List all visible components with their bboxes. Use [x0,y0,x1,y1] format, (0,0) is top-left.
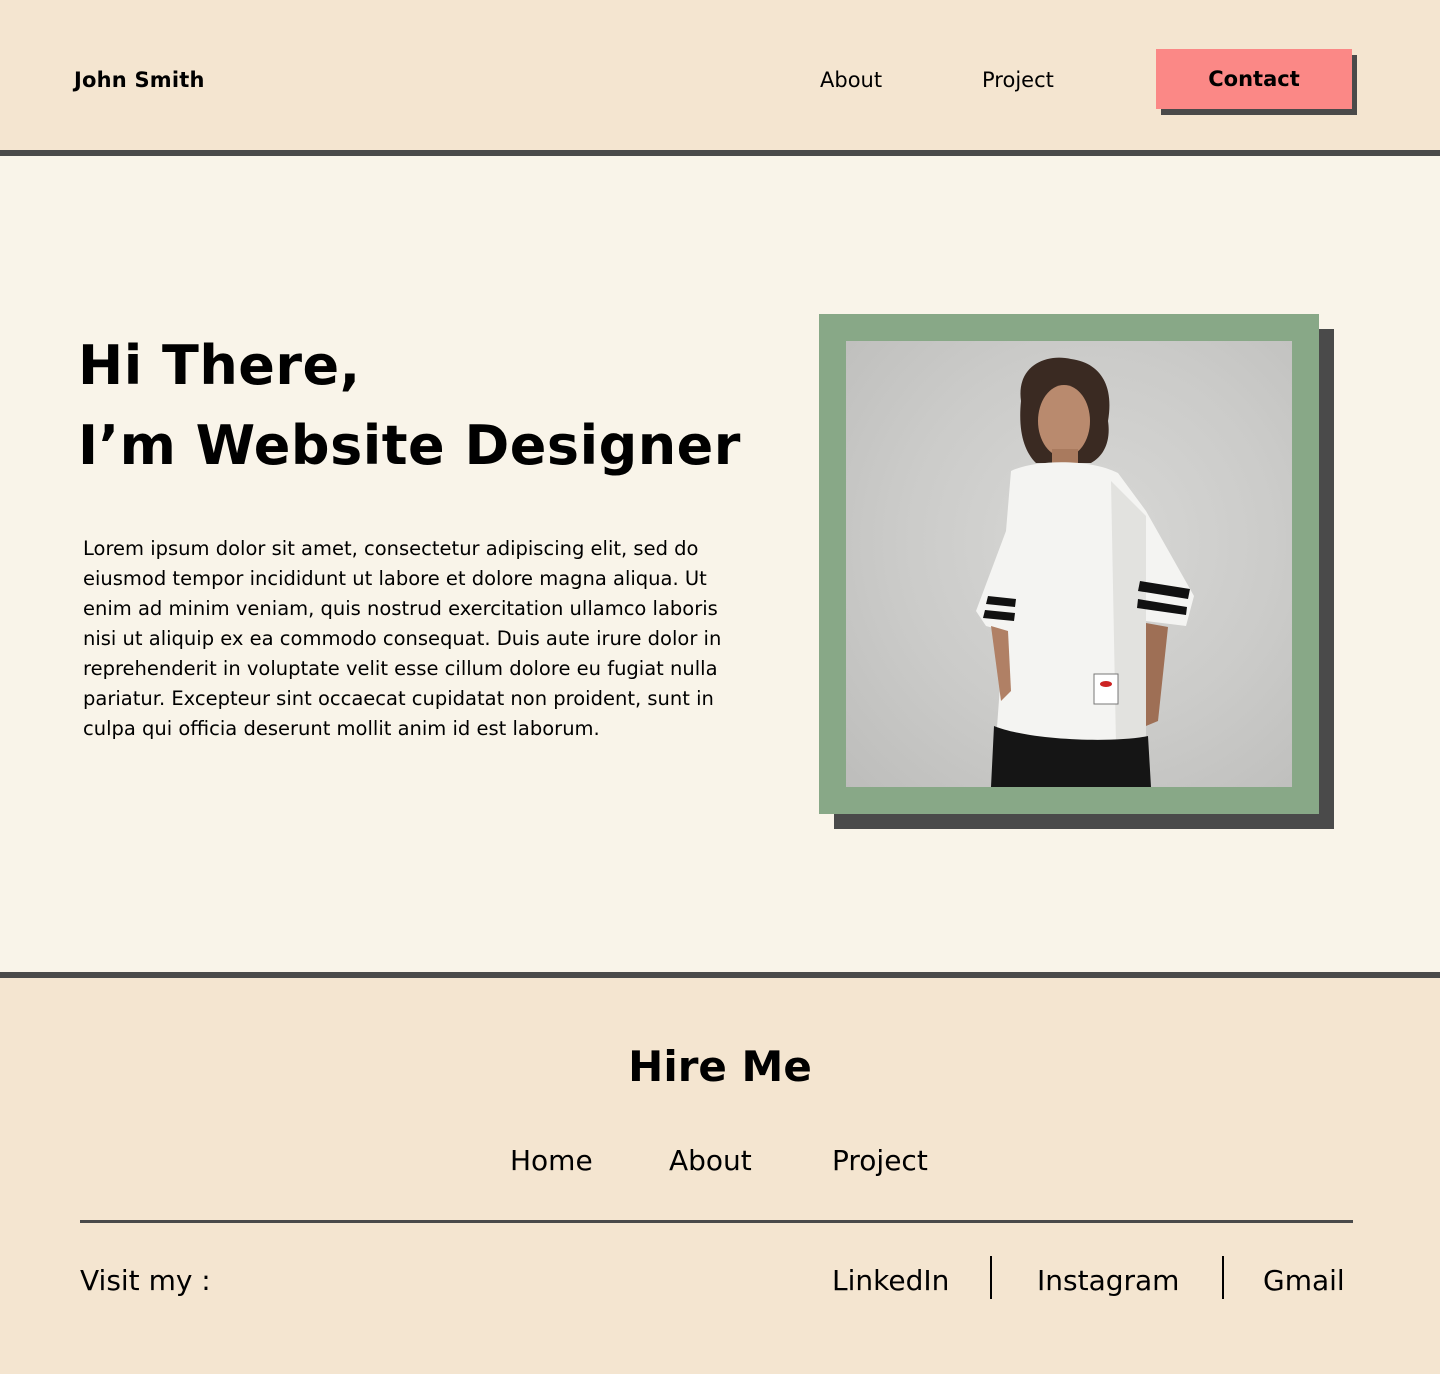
hire-me-heading: Hire Me [628,1042,812,1091]
site-header: John Smith About Project Contact [0,0,1440,152]
hero-description: Lorem ipsum dolor sit amet, consectetur … [83,537,722,740]
social-divider-1 [990,1256,992,1299]
contact-button[interactable]: Contact [1156,49,1352,109]
hero-title-line-1: Hi There, [78,334,361,397]
visit-label: Visit my : [80,1264,211,1297]
brand-name[interactable]: John Smith [74,68,205,92]
footer-separator-line [80,1220,1353,1223]
portrait-illustration [976,357,1194,787]
gmail-link[interactable]: Gmail [1263,1264,1345,1297]
nav-about-link[interactable]: About [820,68,882,92]
contact-button-wrapper: Contact [1156,49,1357,115]
hero-title: Hi There, I’m Website Designer [78,326,741,486]
site-footer: Hire Me Home About Project Visit my : Li… [0,978,1440,1374]
nav-project-link[interactable]: Project [982,68,1054,92]
instagram-link[interactable]: Instagram [1037,1264,1179,1297]
photo-frame [819,314,1319,814]
footer-nav-home[interactable]: Home [510,1144,593,1177]
footer-nav-project[interactable]: Project [832,1144,928,1177]
hero-section: Hi There, I’m Website Designer Lorem ips… [0,156,1440,972]
portrait-photo [846,341,1292,787]
social-divider-2 [1222,1256,1224,1299]
footer-nav-about[interactable]: About [669,1144,752,1177]
hero-title-line-2: I’m Website Designer [78,414,741,477]
linkedin-link[interactable]: LinkedIn [832,1264,949,1297]
